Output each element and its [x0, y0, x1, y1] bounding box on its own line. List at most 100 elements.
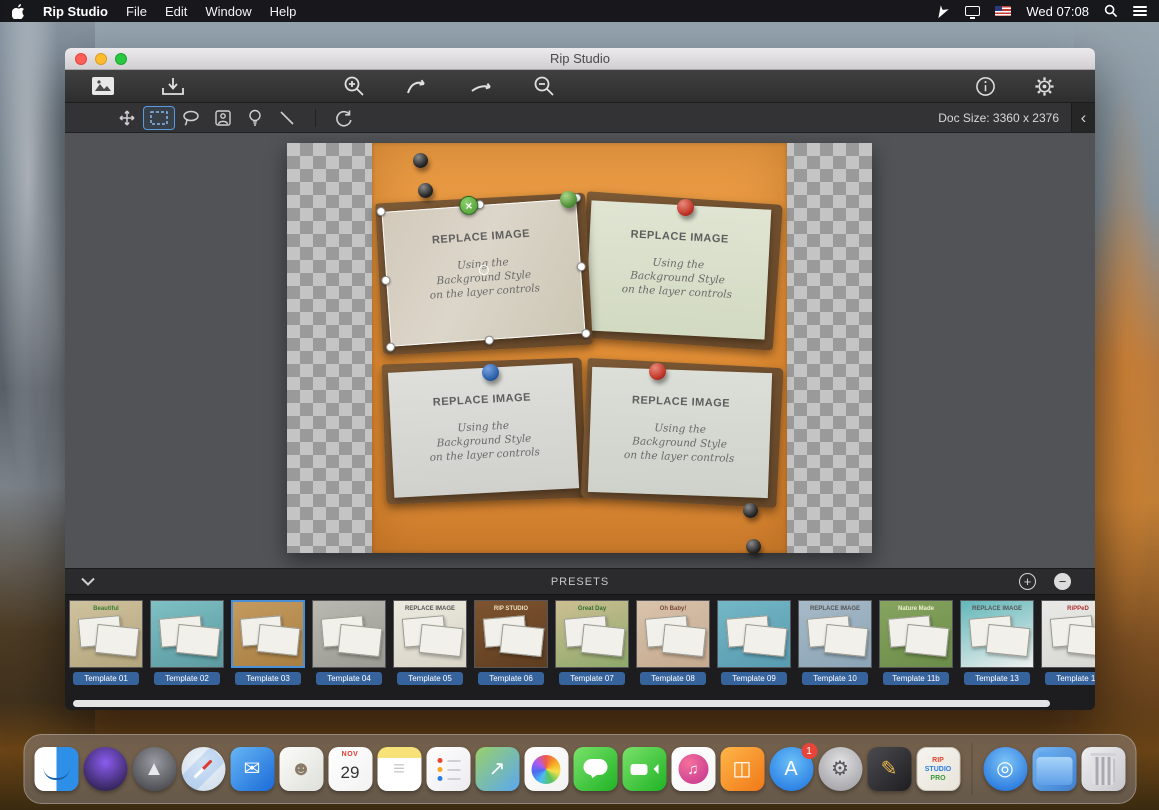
template-thumbnail[interactable] — [717, 600, 791, 668]
us-flag-icon[interactable] — [995, 6, 1011, 16]
selection-handle[interactable] — [484, 335, 494, 345]
template-item[interactable]: Template 02 — [149, 600, 225, 697]
undo-icon[interactable] — [401, 74, 433, 98]
dock-notes-icon[interactable]: ≡ — [377, 747, 421, 791]
lasso-tool-icon[interactable] — [175, 106, 207, 130]
template-item[interactable]: Template 09 — [716, 600, 792, 697]
title-bar[interactable]: Rip Studio — [65, 48, 1095, 70]
photo-note[interactable]: REPLACE IMAGE Using the Background Style… — [388, 363, 579, 498]
dock-reminders-icon[interactable] — [426, 747, 470, 791]
template-thumbnail[interactable]: Nature Made — [879, 600, 953, 668]
dock-mail-icon[interactable]: ✉ — [230, 747, 274, 791]
dock-trash-icon[interactable] — [1081, 747, 1125, 791]
push-pin-red[interactable] — [677, 199, 694, 216]
portrait-tool-icon[interactable] — [207, 106, 239, 130]
push-pin-black[interactable] — [418, 183, 433, 198]
dock-maps-icon[interactable]: ↗ — [475, 747, 519, 791]
push-pin-blue[interactable] — [482, 364, 499, 381]
menu-window[interactable]: Window — [205, 4, 251, 19]
push-pin-black[interactable] — [743, 503, 758, 518]
menu-file[interactable]: File — [126, 4, 147, 19]
template-thumbnail[interactable]: Oh Baby! — [636, 600, 710, 668]
lightbulb-tool-icon[interactable] — [239, 106, 271, 130]
template-thumbnail[interactable] — [312, 600, 386, 668]
move-tool-icon[interactable] — [111, 106, 143, 130]
template-thumbnail[interactable] — [231, 600, 305, 668]
dock-siri-icon[interactable] — [83, 747, 127, 791]
add-preset-button[interactable]: + — [1019, 573, 1036, 590]
notification-center-icon[interactable] — [1133, 6, 1147, 16]
dock-graphics-app-icon[interactable]: ✎ — [867, 747, 911, 791]
template-item[interactable]: REPLACE IMAGETemplate 10 — [797, 600, 873, 697]
rotate-tool-icon[interactable] — [328, 106, 360, 130]
dock-calendar-icon[interactable]: NOV29 — [328, 747, 372, 791]
horizontal-scrollbar[interactable] — [73, 700, 1050, 707]
delete-layer-button[interactable]: × — [459, 195, 479, 215]
collapse-presets-chevron-icon[interactable] — [81, 577, 95, 586]
info-icon[interactable] — [971, 74, 1000, 99]
canvas[interactable]: REPLACE IMAGE Using the Background Style… — [65, 133, 1095, 568]
dock-finder-icon[interactable] — [34, 747, 78, 791]
template-item[interactable]: RIP STUDIOTemplate 06 — [473, 600, 549, 697]
template-item[interactable]: BeautifulTemplate 01 — [68, 600, 144, 697]
dock-itunes-icon[interactable]: ♫ — [671, 747, 715, 791]
template-thumbnail[interactable]: REPLACE IMAGE — [798, 600, 872, 668]
push-pin-green[interactable] — [560, 191, 577, 208]
photo-note-selected[interactable]: REPLACE IMAGE Using the Background Style… — [382, 198, 586, 346]
dock-safari-icon[interactable] — [181, 747, 225, 791]
app-menu-title[interactable]: Rip Studio — [43, 4, 108, 19]
menu-help[interactable]: Help — [270, 4, 297, 19]
zoom-in-icon[interactable] — [339, 73, 369, 99]
dock-system-preferences-icon[interactable]: ⚙ — [818, 747, 862, 791]
template-thumbnail[interactable]: REPLACE IMAGE — [393, 600, 467, 668]
dock-launchpad-icon[interactable]: ▲ — [132, 747, 176, 791]
dock-rip-studio-pro-icon[interactable]: RIPSTUDIOPRO — [916, 747, 960, 791]
dock-contacts-icon[interactable]: ☻ — [279, 747, 323, 791]
rotation-center-handle[interactable] — [478, 264, 489, 275]
dock-books-icon[interactable]: ◫ — [720, 747, 764, 791]
dock-facetime-icon[interactable] — [622, 747, 666, 791]
dock-messages-icon[interactable] — [573, 747, 617, 791]
template-thumbnail[interactable]: RIP STUDIO — [474, 600, 548, 668]
dock-blue-app-icon[interactable]: ◎ — [983, 747, 1027, 791]
template-thumbnail[interactable]: Great Day — [555, 600, 629, 668]
template-item[interactable]: REPLACE IMAGETemplate 13 — [959, 600, 1035, 697]
photo-frame-icon[interactable] — [87, 74, 119, 98]
apple-menu-icon[interactable] — [12, 4, 25, 19]
template-thumbnail[interactable]: REPLACE IMAGE — [960, 600, 1034, 668]
template-item[interactable]: Template 03 — [230, 600, 306, 697]
template-item[interactable]: Nature MadeTemplate 11b — [878, 600, 954, 697]
redo-icon[interactable] — [465, 74, 497, 98]
line-tool-icon[interactable] — [271, 106, 303, 130]
photo-note[interactable]: REPLACE IMAGE Using the Background Style… — [588, 367, 772, 498]
template-item[interactable]: Great DayTemplate 07 — [554, 600, 630, 697]
selection-handle[interactable] — [376, 207, 386, 217]
template-item[interactable]: RiPPeDTemplate 14 — [1040, 600, 1095, 697]
dock-photos-icon[interactable] — [524, 747, 568, 791]
settings-gear-icon[interactable] — [1030, 74, 1059, 99]
template-item[interactable]: Oh Baby!Template 08 — [635, 600, 711, 697]
scrollbar-track[interactable] — [65, 697, 1095, 710]
marquee-tool-icon[interactable] — [143, 106, 175, 130]
import-icon[interactable] — [157, 74, 189, 98]
location-arrow-icon[interactable] — [936, 4, 950, 18]
selection-handle[interactable] — [576, 261, 586, 271]
zoom-out-icon[interactable] — [529, 73, 559, 99]
photo-note[interactable]: REPLACE IMAGE Using the Background Style… — [585, 200, 772, 339]
remove-preset-button[interactable]: − — [1054, 573, 1071, 590]
document-board[interactable]: REPLACE IMAGE Using the Background Style… — [287, 143, 872, 553]
menu-edit[interactable]: Edit — [165, 4, 187, 19]
dock-app-store-icon[interactable]: A1 — [769, 747, 813, 791]
template-thumbnail[interactable]: RiPPeD — [1041, 600, 1095, 668]
template-thumbnail[interactable]: Beautiful — [69, 600, 143, 668]
push-pin-red[interactable] — [649, 363, 666, 380]
menu-clock[interactable]: Wed 07:08 — [1026, 4, 1089, 19]
collapse-panel-chevron-icon[interactable]: ‹ — [1071, 103, 1095, 132]
selection-handle[interactable] — [381, 275, 391, 285]
spotlight-search-icon[interactable] — [1104, 4, 1118, 18]
template-thumbnail[interactable] — [150, 600, 224, 668]
template-item[interactable]: Template 04 — [311, 600, 387, 697]
dock-downloads-icon[interactable] — [1032, 747, 1076, 791]
display-mirroring-icon[interactable] — [965, 6, 980, 16]
push-pin-black[interactable] — [413, 153, 428, 168]
